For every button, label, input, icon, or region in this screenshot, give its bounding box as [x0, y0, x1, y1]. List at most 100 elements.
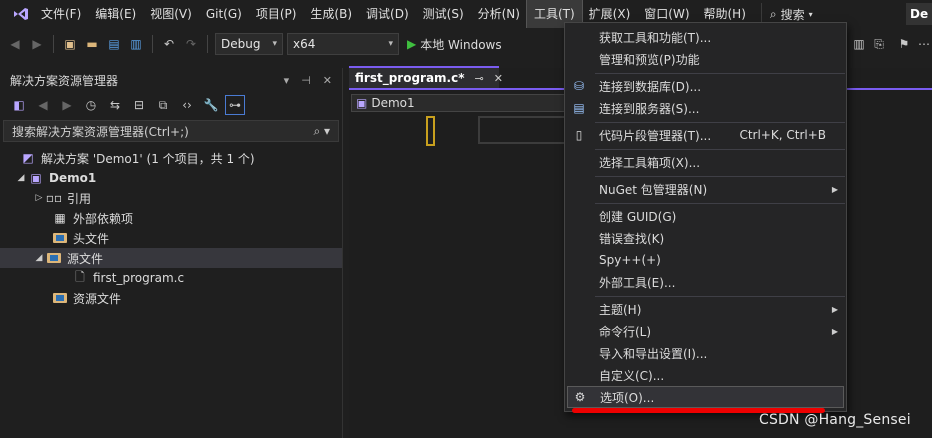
panel-title: 解决方案资源管理器 — [10, 73, 119, 88]
menu-item-choose-toolbox[interactable]: 选择工具箱项(X)... — [565, 151, 846, 173]
tree-item-source-files[interactable]: ◢ 源文件 — [0, 248, 342, 268]
vs-solution-icon[interactable]: ◧ — [10, 96, 28, 114]
configuration-value: Debug — [221, 37, 261, 51]
menu-git[interactable]: Git(G) — [199, 0, 249, 28]
menu-item-command-line[interactable]: 命令行(L) ▶ — [565, 320, 846, 342]
menu-item-label: 代码片段管理器(T)... — [599, 128, 712, 143]
menu-file[interactable]: 文件(F) — [34, 0, 88, 28]
menu-separator — [595, 73, 845, 74]
chevron-down-icon[interactable]: ▾ — [284, 74, 290, 87]
menu-item-get-tools[interactable]: 获取工具和功能(T)... — [565, 26, 846, 48]
tree-item-label: first_program.c — [93, 271, 185, 285]
tree-item-solution[interactable]: ◩ 解决方案 'Demo1' (1 个项目，共 1 个) — [0, 148, 342, 168]
tree-item-label: 外部依赖项 — [73, 211, 134, 226]
solution-icon: ◩ — [22, 151, 34, 165]
menu-item-connect-database[interactable]: ⛁ 连接到数据库(D)... — [565, 75, 846, 97]
show-all-files-icon[interactable]: ⧉ — [154, 96, 172, 114]
more-icon[interactable]: ⋯ — [915, 35, 932, 53]
tree-item-external-dependencies[interactable]: ▦ 外部依赖项 — [0, 208, 342, 228]
menu-debug[interactable]: 调试(D) — [359, 0, 416, 28]
gear-icon: ⚙ — [574, 390, 586, 404]
project-navigation-dropdown[interactable]: ▣ Demo1 — [351, 94, 565, 112]
menu-item-label: 错误查找(K) — [599, 231, 665, 246]
menu-item-create-guid[interactable]: 创建 GUID(G) — [565, 205, 846, 227]
open-folder-icon[interactable]: ▬ — [83, 35, 101, 53]
menu-test[interactable]: 测试(S) — [416, 0, 471, 28]
forward-icon[interactable]: ▶ — [28, 35, 46, 53]
c-project-icon: ▣ — [356, 96, 368, 110]
flag-icon[interactable]: ⚑ — [895, 35, 913, 53]
menu-item-label: 获取工具和功能(T)... — [599, 30, 712, 45]
tree-item-source-file[interactable]: 🗋 first_program.c — [0, 268, 342, 288]
pin-icon[interactable]: ⊸ — [475, 72, 484, 85]
menu-edit[interactable]: 编辑(E) — [88, 0, 143, 28]
menu-project[interactable]: 项目(P) — [249, 0, 304, 28]
menu-item-external-tools[interactable]: 外部工具(E)... — [565, 271, 846, 293]
start-debugging-button[interactable]: ▶ 本地 Windows — [407, 36, 502, 53]
home-icon[interactable]: ▶ — [58, 96, 76, 114]
tree-item-references[interactable]: ▷ ▫▫ 引用 — [0, 188, 342, 208]
solution-platform-select[interactable]: x64 ▾ — [287, 33, 399, 55]
chevron-down-icon: ▾ — [388, 39, 393, 49]
preview-icon[interactable]: ⊶ — [225, 95, 245, 115]
filter-folder-icon — [46, 251, 62, 265]
menu-item-customize[interactable]: 自定义(C)... — [565, 364, 846, 386]
menu-item-import-export[interactable]: 导入和导出设置(I)... — [565, 342, 846, 364]
pin-icon[interactable]: ⊣ — [301, 74, 311, 87]
watermark-text: CSDN @Hang_Sensei — [759, 412, 911, 428]
undo-icon[interactable]: ↶ — [160, 35, 178, 53]
menu-item-manage-preview[interactable]: 管理和预览(P)功能 — [565, 48, 846, 70]
tree-item-resource-files[interactable]: 资源文件 — [0, 288, 342, 308]
back-icon[interactable]: ◀ — [34, 96, 52, 114]
collapse-all-icon[interactable]: ⊟ — [130, 96, 148, 114]
view-code-icon[interactable]: ‹› — [178, 96, 196, 114]
redo-icon[interactable]: ↷ — [182, 35, 200, 53]
database-connect-icon: ⛁ — [573, 79, 585, 93]
new-project-icon[interactable]: ▣ — [61, 35, 79, 53]
menu-build[interactable]: 生成(B) — [303, 0, 359, 28]
solution-configuration-select[interactable]: Debug ▾ — [215, 33, 283, 55]
comment-icon[interactable]: ⎘ — [870, 35, 888, 53]
tab-label: first_program.c* — [355, 71, 465, 85]
search-icon: ⌕ — [769, 6, 777, 21]
back-icon[interactable]: ◀ — [6, 35, 24, 53]
expanded-icon[interactable]: ◢ — [32, 253, 46, 263]
solution-tree: ◩ 解决方案 'Demo1' (1 个项目，共 1 个) ◢ ▣ Demo1 ▷… — [0, 144, 342, 308]
external-dependencies-icon: ▦ — [54, 211, 66, 225]
close-icon[interactable]: ✕ — [494, 72, 503, 85]
search-placeholder: 搜索解决方案资源管理器(Ctrl+;) — [12, 124, 189, 139]
menu-item-label: NuGet 包管理器(N) — [599, 182, 708, 197]
solution-explorer-panel: 解决方案资源管理器 ▾ ⊣ ✕ ◧ ◀ ▶ ◷ ⇆ ⊟ ⧉ ‹› 🔧 ⊶ 搜索解… — [0, 68, 343, 438]
toolbar-separator — [207, 35, 208, 53]
collapsed-icon[interactable]: ▷ — [32, 193, 46, 203]
sync-icon[interactable]: ⇆ — [106, 96, 124, 114]
bookmark-icon[interactable]: ▥ — [850, 35, 868, 53]
expanded-icon[interactable]: ◢ — [14, 173, 28, 183]
snippet-icon: ▯ — [575, 128, 583, 142]
save-icon[interactable]: ▤ — [105, 35, 123, 53]
menu-item-snippets-manager[interactable]: ▯ 代码片段管理器(T)... Ctrl+K, Ctrl+B — [565, 124, 846, 146]
history-icon[interactable]: ◷ — [82, 96, 100, 114]
menu-item-theme[interactable]: 主题(H) ▶ — [565, 298, 846, 320]
menu-item-spy[interactable]: Spy++(+) — [565, 249, 846, 271]
menu-item-connect-server[interactable]: ▤ 连接到服务器(S)... — [565, 97, 846, 119]
tab-first-program[interactable]: first_program.c* ⊸ ✕ — [349, 66, 503, 88]
menu-analyze[interactable]: 分析(N) — [471, 0, 527, 28]
solution-search-input[interactable]: 搜索解决方案资源管理器(Ctrl+;) ⌕ ▾ — [3, 120, 339, 142]
menu-item-label: 连接到数据库(D)... — [599, 79, 702, 94]
menu-item-label: 导入和导出设置(I)... — [599, 346, 708, 361]
tree-item-project[interactable]: ◢ ▣ Demo1 — [0, 168, 342, 188]
menu-item-options[interactable]: ⚙ 选项(O)... — [567, 386, 844, 408]
solution-explorer-toolbar: ◧ ◀ ▶ ◷ ⇆ ⊟ ⧉ ‹› 🔧 ⊶ — [0, 92, 342, 118]
tree-item-label: 头文件 — [73, 231, 110, 246]
tree-item-label: 资源文件 — [73, 291, 122, 306]
menu-view[interactable]: 视图(V) — [143, 0, 199, 28]
save-all-icon[interactable]: ▥ — [127, 35, 145, 53]
menu-item-error-lookup[interactable]: 错误查找(K) — [565, 227, 846, 249]
close-icon[interactable]: ✕ — [323, 74, 332, 87]
tree-item-header-files[interactable]: 头文件 — [0, 228, 342, 248]
properties-icon[interactable]: 🔧 — [202, 96, 220, 114]
visual-studio-logo-icon[interactable] — [8, 0, 34, 28]
menu-separator — [595, 176, 845, 177]
menu-item-nuget[interactable]: NuGet 包管理器(N) ▶ — [565, 178, 846, 200]
